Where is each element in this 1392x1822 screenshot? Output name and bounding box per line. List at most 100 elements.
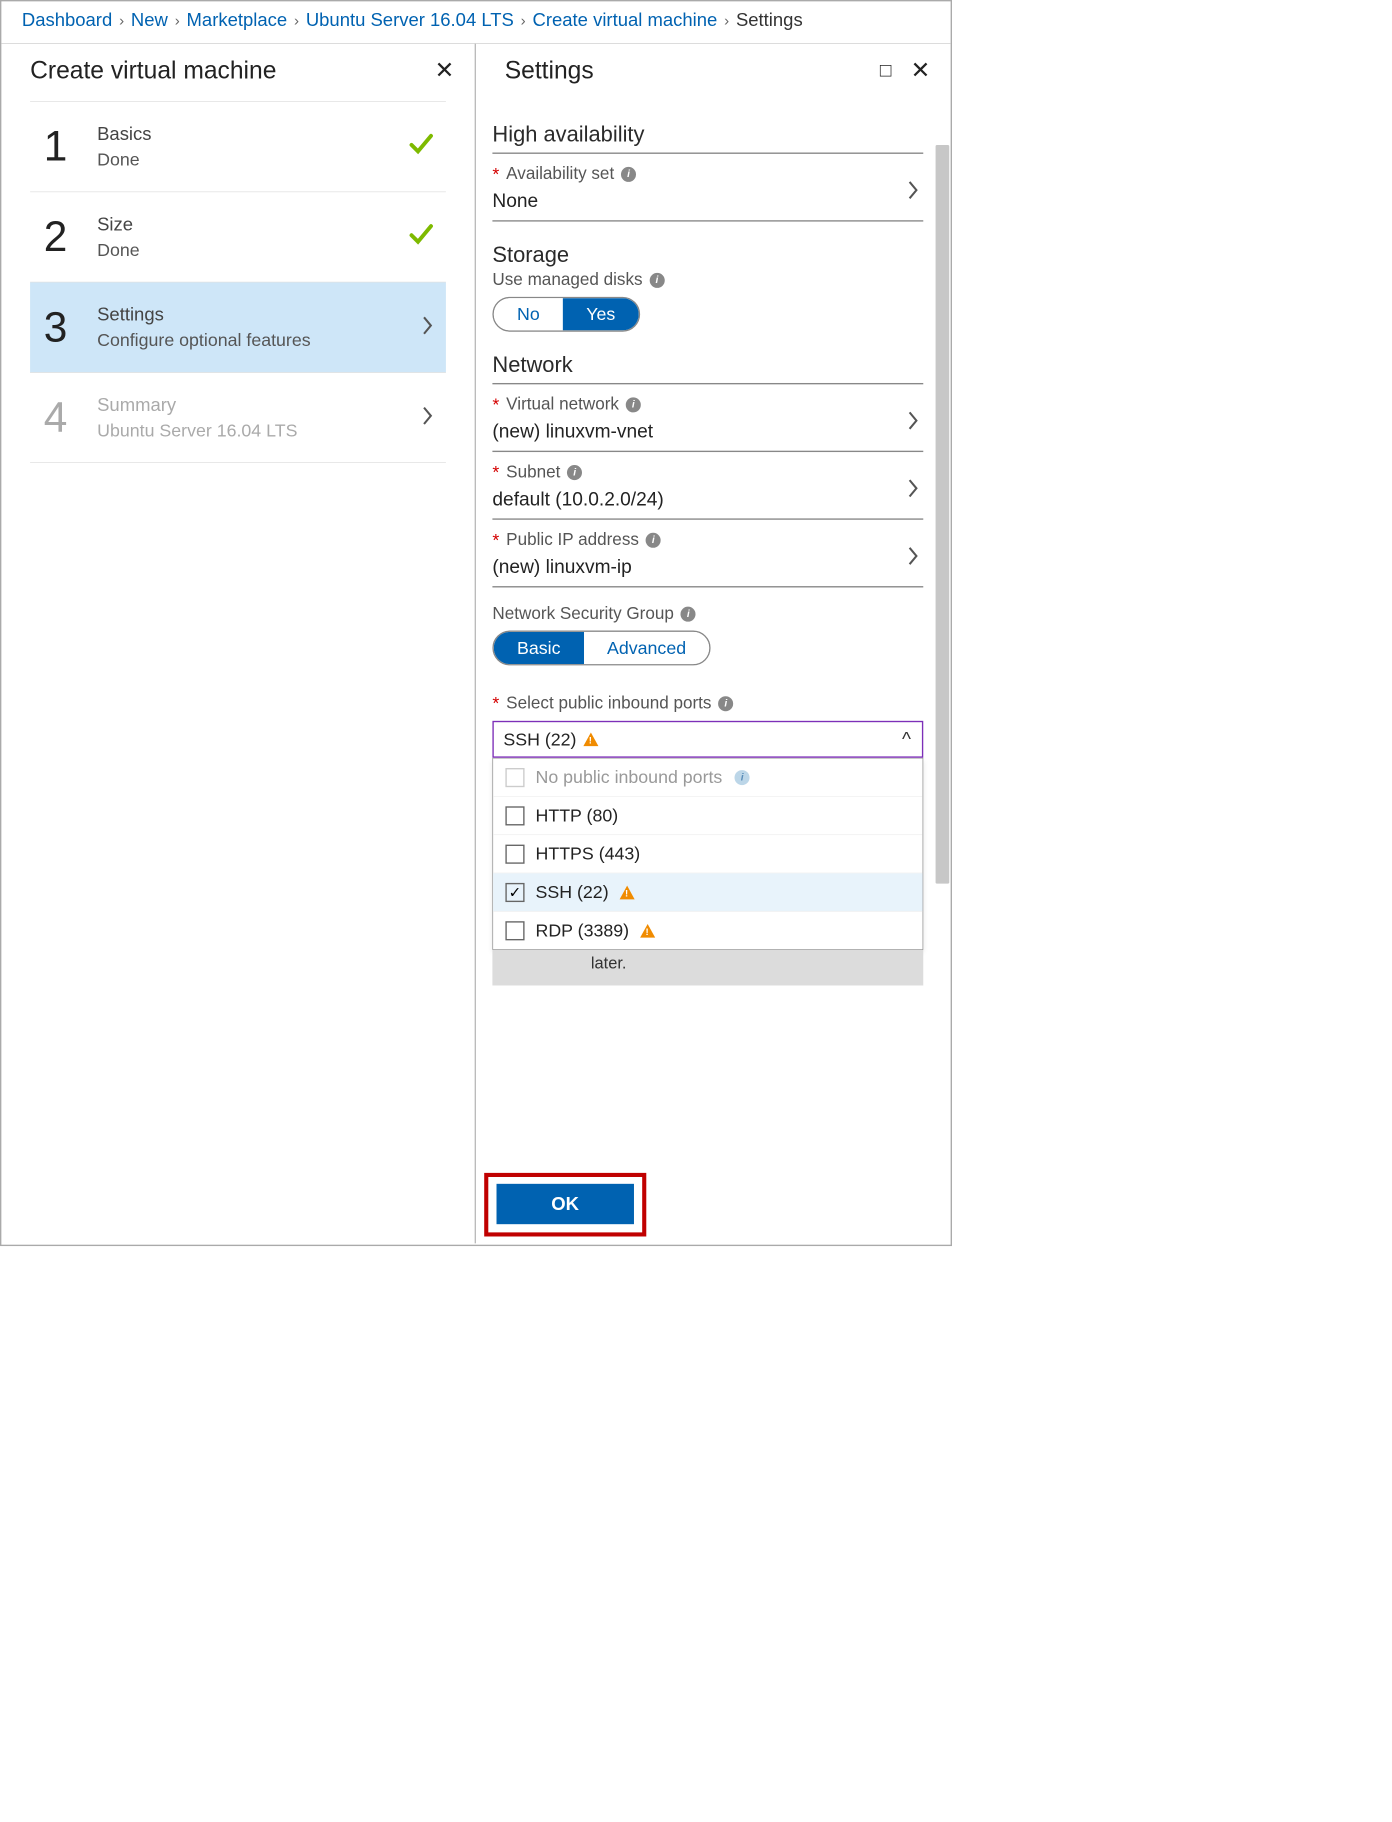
info-icon[interactable]: i	[567, 465, 582, 480]
breadcrumb-link[interactable]: Create virtual machine	[533, 10, 718, 31]
step-number: 4	[44, 393, 97, 442]
step-number: 2	[44, 213, 97, 262]
info-icon[interactable]: i	[626, 397, 641, 412]
managed-disks-yes[interactable]: Yes	[563, 298, 639, 330]
subnet-picker[interactable]: * Subnet i default (10.0.2.0/24)	[492, 462, 923, 520]
wizard-step-size[interactable]: 2Size Done	[30, 192, 446, 282]
field-value: (new) linuxvm-vnet	[492, 421, 923, 443]
label-text: Availability set	[506, 164, 614, 184]
info-icon[interactable]: i	[621, 167, 636, 182]
azure-portal-window: Dashboard › New › Marketplace › Ubuntu Serv…	[0, 0, 952, 1246]
footer-bar: OK	[476, 1173, 934, 1237]
breadcrumb-link[interactable]: Dashboard	[22, 10, 112, 31]
inbound-ports-field: * Select public inbound ports i SSH (22)…	[492, 693, 923, 994]
checkbox[interactable]: ✓	[505, 883, 524, 902]
managed-disks-label: Use managed disks i	[492, 270, 923, 290]
step-title: Size	[97, 214, 140, 235]
label-text: Select public inbound ports	[506, 693, 711, 713]
field-label: Network Security Group i	[492, 604, 923, 624]
step-title: Settings	[97, 304, 311, 325]
check-icon	[408, 130, 434, 163]
wizard-step-basics[interactable]: 1BasicsDone	[30, 102, 446, 192]
step-subtitle: Configure optional features	[97, 329, 311, 350]
field-label: * Availability set i	[492, 163, 923, 184]
blade-title: Create virtual machine	[30, 56, 276, 85]
dropdown-selected-text: SSH (22)	[503, 729, 576, 750]
port-option[interactable]: RDP (3389)	[493, 912, 922, 950]
chevron-right-icon	[907, 408, 919, 437]
scrollbar[interactable]	[936, 145, 950, 884]
nsg-advanced[interactable]: Advanced	[584, 632, 710, 664]
field-label: * Public IP address i	[492, 529, 923, 550]
chevron-up-icon: ^	[902, 728, 911, 750]
required-marker: *	[492, 693, 499, 714]
port-option[interactable]: HTTPS (443)	[493, 835, 922, 873]
breadcrumb-link[interactable]: Marketplace	[187, 10, 288, 31]
required-marker: *	[492, 529, 499, 550]
inbound-ports-options: No public inbound ports i HTTP (80) HTTPS …	[492, 758, 923, 950]
wizard-step-settings[interactable]: 3SettingsConfigure optional features	[30, 282, 446, 372]
breadcrumb: Dashboard › New › Marketplace › Ubuntu Serv…	[1, 1, 950, 43]
maximize-icon[interactable]: □	[880, 61, 892, 80]
option-label: HTTP (80)	[535, 805, 618, 826]
info-icon[interactable]: i	[681, 606, 696, 621]
checkbox[interactable]	[505, 844, 524, 863]
nsg-basic[interactable]: Basic	[494, 632, 584, 664]
checkbox[interactable]	[505, 806, 524, 825]
step-subtitle: Ubuntu Server 16.04 LTS	[97, 420, 297, 441]
chevron-right-icon	[907, 178, 919, 207]
checkbox	[505, 768, 524, 787]
virtual-network-picker[interactable]: * Virtual network i (new) linuxvm-vnet	[492, 394, 923, 452]
inbound-ports-hint: later.	[492, 950, 923, 986]
info-icon[interactable]: i	[646, 532, 661, 547]
columns: Create virtual machine ✕ 1BasicsDone2Siz…	[1, 44, 950, 1244]
info-icon[interactable]: i	[649, 273, 664, 288]
chevron-right-icon	[421, 403, 433, 432]
field-label: * Subnet i	[492, 462, 923, 483]
blade-header: Create virtual machine ✕	[1, 44, 474, 101]
public-ip-picker[interactable]: * Public IP address i (new) linuxvm-ip	[492, 529, 923, 587]
label-text: Subnet	[506, 462, 560, 482]
breadcrumb-link[interactable]: Ubuntu Server 16.04 LTS	[306, 10, 514, 31]
chevron-right-icon: ›	[521, 11, 526, 29]
close-icon[interactable]: ✕	[911, 59, 930, 82]
blade-header: Settings □ ✕	[476, 44, 951, 101]
chevron-right-icon: ›	[294, 11, 299, 29]
chevron-right-icon	[907, 544, 919, 573]
info-icon[interactable]: i	[718, 696, 733, 711]
info-icon: i	[735, 770, 750, 785]
field-label: * Virtual network i	[492, 394, 923, 415]
port-option: No public inbound ports i	[493, 758, 922, 796]
availability-set-picker[interactable]: * Availability set i None	[492, 163, 923, 221]
close-icon[interactable]: ✕	[435, 59, 454, 82]
ok-highlight: OK	[484, 1173, 646, 1237]
breadcrumb-link[interactable]: New	[131, 10, 168, 31]
option-label: RDP (3389)	[535, 920, 629, 941]
section-high-availability: High availability	[492, 122, 923, 154]
label-text: Virtual network	[506, 395, 619, 415]
chevron-right-icon	[421, 313, 433, 342]
field-value: (new) linuxvm-ip	[492, 556, 923, 578]
inbound-ports-dropdown[interactable]: SSH (22) ^	[492, 721, 923, 758]
step-subtitle: Done	[97, 149, 151, 170]
step-title: Basics	[97, 123, 151, 144]
checkbox[interactable]	[505, 921, 524, 940]
settings-content: High availability * Availability set i N…	[476, 122, 951, 994]
warning-icon	[620, 885, 635, 899]
option-label: HTTPS (443)	[535, 843, 640, 864]
managed-disks-no[interactable]: No	[494, 298, 563, 330]
chevron-right-icon: ›	[175, 11, 180, 29]
option-label: SSH (22)	[535, 882, 608, 903]
option-label: No public inbound ports	[535, 767, 722, 788]
port-option[interactable]: ✓ SSH (22)	[493, 873, 922, 911]
step-subtitle: Done	[97, 239, 140, 260]
warning-icon	[583, 732, 598, 746]
label-text: Use managed disks	[492, 270, 642, 290]
port-option[interactable]: HTTP (80)	[493, 797, 922, 835]
ok-button[interactable]: OK	[497, 1184, 634, 1224]
chevron-right-icon: ›	[724, 11, 729, 29]
label-text: Public IP address	[506, 530, 639, 550]
chevron-right-icon: ›	[119, 11, 124, 29]
field-label: * Select public inbound ports i	[492, 693, 923, 714]
nsg-field: Network Security Group i Basic Advanced	[492, 604, 923, 674]
